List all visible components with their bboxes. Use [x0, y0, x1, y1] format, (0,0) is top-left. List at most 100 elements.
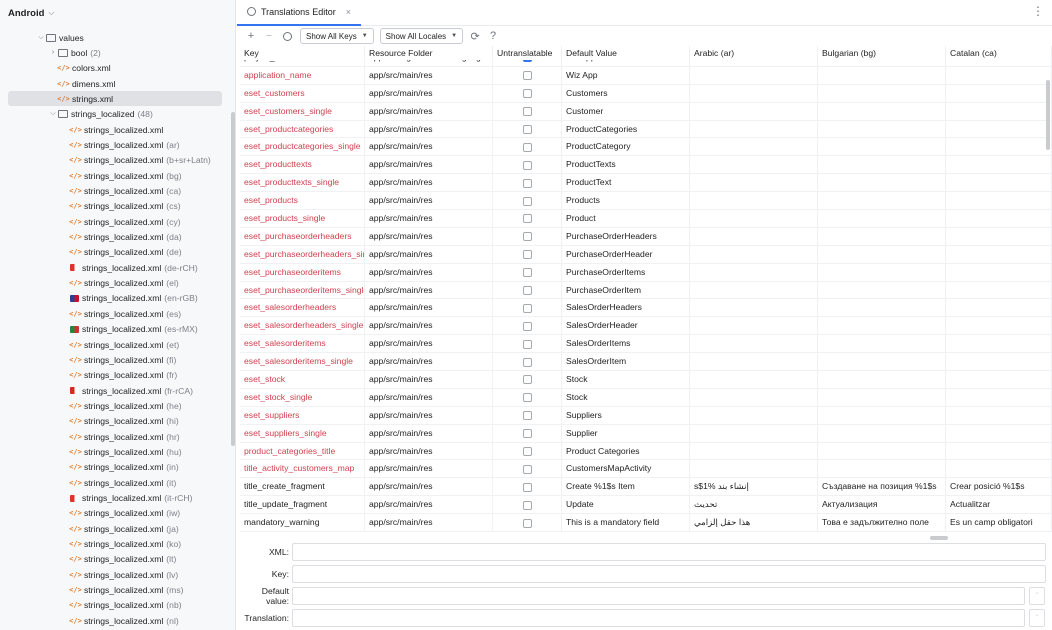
resource-folder-cell[interactable]: app/src/main/res	[365, 174, 493, 193]
table-row[interactable]: eset_customers app/src/main/res Customers	[240, 84, 1052, 103]
tree-item[interactable]: </> strings_localized.xml (fi)	[0, 352, 235, 367]
untranslatable-cell[interactable]	[493, 263, 562, 282]
bulgarian-cell[interactable]	[818, 353, 946, 372]
untranslatable-checkbox[interactable]	[522, 160, 532, 170]
untranslatable-checkbox[interactable]	[522, 286, 532, 296]
tree-item[interactable]: </> strings_localized.xml (ca)	[0, 184, 235, 199]
catalan-cell[interactable]	[946, 299, 1052, 318]
horizontal-scrollbar[interactable]	[930, 536, 948, 540]
arabic-cell[interactable]	[690, 102, 818, 121]
untranslatable-checkbox[interactable]	[522, 375, 532, 385]
catalan-cell[interactable]: Actualitzar	[946, 496, 1052, 515]
key-cell[interactable]: eset_suppliers	[240, 406, 365, 425]
key-cell[interactable]: eset_purchaseorderheaders_single	[240, 245, 365, 264]
bulgarian-cell[interactable]	[818, 424, 946, 443]
bulgarian-cell[interactable]: Създаване на позиция %1$s	[818, 478, 946, 497]
untranslatable-checkbox[interactable]	[522, 500, 532, 510]
arabic-cell[interactable]	[690, 424, 818, 443]
bulgarian-cell[interactable]	[818, 66, 946, 85]
tree-item[interactable]: </> strings_localized.xml (cy)	[0, 214, 235, 229]
bulgarian-cell[interactable]	[818, 227, 946, 246]
tree-item[interactable]: </> strings_localized.xml (et)	[0, 337, 235, 352]
default-value-cell[interactable]: Suppliers	[562, 406, 690, 425]
arabic-cell[interactable]	[690, 406, 818, 425]
untranslatable-checkbox[interactable]	[522, 357, 532, 367]
arabic-cell[interactable]	[690, 174, 818, 193]
tree-item[interactable]: </> strings_localized.xml (da)	[0, 230, 235, 245]
key-cell[interactable]: eset_customers_single	[240, 102, 365, 121]
tree-item[interactable]: strings_localized.xml (fr-rCA)	[0, 383, 235, 398]
tree-item[interactable]: strings_localized.xml (es-rMX)	[0, 322, 235, 337]
arabic-cell[interactable]: هذا حقل إلزامي	[690, 514, 818, 532]
untranslatable-cell[interactable]	[493, 406, 562, 425]
tree-item[interactable]: </> strings_localized.xml (es)	[0, 306, 235, 321]
catalan-cell[interactable]	[946, 138, 1052, 157]
table-row[interactable]: eset_purchaseorderitems app/src/main/res P…	[240, 263, 1052, 282]
tree-item[interactable]: </> strings_localized.xml (ms)	[0, 583, 235, 598]
key-cell[interactable]: eset_productcategories_single	[240, 138, 365, 157]
catalan-cell[interactable]	[946, 245, 1052, 264]
more-options-icon[interactable]: ⋮	[1032, 5, 1044, 17]
bulgarian-cell[interactable]	[818, 263, 946, 282]
resource-folder-cell[interactable]: app/src/main/res	[365, 192, 493, 211]
tree-item[interactable]: </> strings_localized.xml (el)	[0, 276, 235, 291]
untranslatable-cell[interactable]	[493, 460, 562, 479]
untranslatable-cell[interactable]	[493, 156, 562, 175]
tree-item[interactable]: </> strings_localized.xml (ar)	[0, 137, 235, 152]
resource-folder-cell[interactable]: app/src/main/res	[365, 263, 493, 282]
catalan-cell[interactable]: Es un camp obligatori	[946, 514, 1052, 532]
resource-folder-cell[interactable]: app/src/main/res	[365, 406, 493, 425]
tree-item[interactable]: </> strings_localized.xml (hu)	[0, 444, 235, 459]
add-key-icon[interactable]: +	[245, 30, 257, 42]
column-header-key[interactable]: Key	[240, 46, 365, 60]
untranslatable-checkbox[interactable]	[522, 447, 532, 457]
catalan-cell[interactable]	[946, 227, 1052, 246]
table-row[interactable]: eset_salesorderitems app/src/main/res Sale…	[240, 335, 1052, 354]
default-value-cell[interactable]: Products	[562, 192, 690, 211]
default-value-cell[interactable]: Product Categories	[562, 442, 690, 461]
catalan-cell[interactable]	[946, 156, 1052, 175]
arabic-cell[interactable]	[690, 442, 818, 461]
untranslatable-checkbox[interactable]	[522, 232, 532, 242]
table-row[interactable]: eset_products app/src/main/res Products	[240, 192, 1052, 211]
catalan-cell[interactable]	[946, 263, 1052, 282]
column-header-bulgarian[interactable]: Bulgarian (bg)	[818, 46, 946, 60]
expand-translation-button[interactable]: ·	[1029, 609, 1045, 627]
catalan-cell[interactable]	[946, 406, 1052, 425]
catalan-cell[interactable]	[946, 424, 1052, 443]
default-value-cell[interactable]: SalesOrderHeaders	[562, 299, 690, 318]
untranslatable-checkbox[interactable]	[522, 464, 532, 474]
untranslatable-checkbox[interactable]	[522, 196, 532, 206]
resource-folder-cell[interactable]: app/src/main/res	[365, 478, 493, 497]
bulgarian-cell[interactable]	[818, 335, 946, 354]
default-value-cell[interactable]: Product	[562, 210, 690, 228]
tree-item[interactable]: › bool (2)	[0, 45, 235, 60]
bulgarian-cell[interactable]	[818, 245, 946, 264]
default-value-cell[interactable]: PurchaseOrderHeaders	[562, 227, 690, 246]
untranslatable-cell[interactable]	[493, 245, 562, 264]
key-cell[interactable]: mandatory_warning	[240, 514, 365, 532]
default-value-cell[interactable]: Stock	[562, 371, 690, 389]
untranslatable-checkbox[interactable]	[522, 71, 532, 81]
catalan-cell[interactable]: Crear posició %1$s	[946, 478, 1052, 497]
resource-folder-cell[interactable]: app/src/main/res	[365, 442, 493, 461]
key-cell[interactable]: eset_products	[240, 192, 365, 211]
untranslatable-checkbox[interactable]	[522, 125, 532, 134]
key-cell[interactable]: eset_purchaseorderitems_single	[240, 281, 365, 300]
tree-item[interactable]: </> strings_localized.xml (lv)	[0, 567, 235, 582]
catalan-cell[interactable]	[946, 66, 1052, 85]
tree-item[interactable]: </> strings_localized.xml (he)	[0, 398, 235, 413]
key-cell[interactable]: title_activity_customers_map	[240, 460, 365, 479]
arabic-cell[interactable]	[690, 84, 818, 103]
bulgarian-cell[interactable]: Това е задължително поле	[818, 514, 946, 532]
tree-item[interactable]: </> strings.xml	[8, 91, 222, 107]
key-cell[interactable]: eset_producttexts	[240, 156, 365, 175]
add-locale-icon[interactable]	[283, 31, 292, 41]
default-value-cell[interactable]: ProductCategories	[562, 120, 690, 139]
untranslatable-cell[interactable]	[493, 174, 562, 193]
untranslatable-cell[interactable]	[493, 371, 562, 389]
tree-item[interactable]: </> strings_localized.xml (lt)	[0, 552, 235, 567]
table-row[interactable]: title_create_fragment app/src/main/res Cre…	[240, 478, 1052, 497]
tree-item[interactable]: </> strings_localized.xml (hr)	[0, 429, 235, 444]
table-row[interactable]: eset_suppliers app/src/main/res Suppliers	[240, 406, 1052, 425]
